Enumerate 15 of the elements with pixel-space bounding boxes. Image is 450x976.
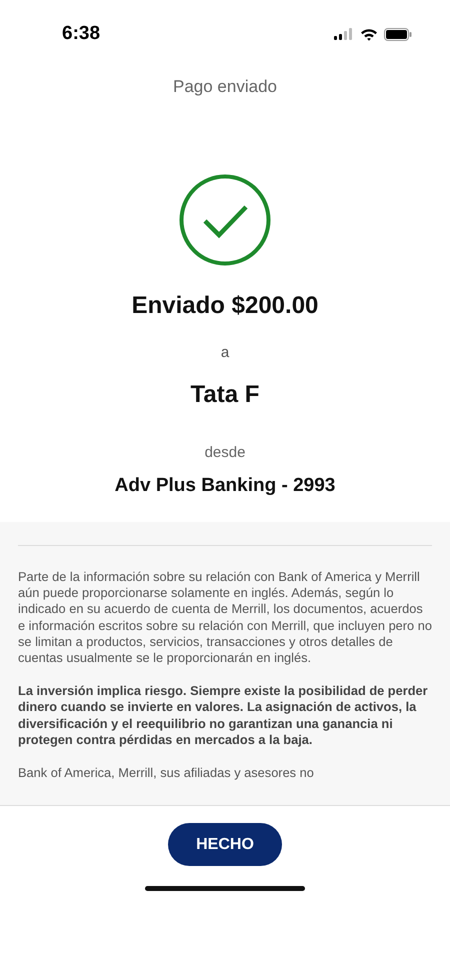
disclosure-text: Parte de la información sobre su relación con Bank of America y Merrill aún puede proporcionarse solamente en inglés. Además, según lo indicado en su acuerdo de cuenta de Merrill, los documentos, acuerdos e información escritos sobre su relación con Merrill, que incluyen pero no se limitan a productos, servicios, transacciones y otros detalles de cuentas usualmente se le proporcionarán en inglés. bbox=[18, 569, 432, 666]
status-time: 6:38 bbox=[62, 23, 100, 45]
disclosure-text: Bank of America, Merrill, sus afiliadas y asesores no bbox=[18, 765, 315, 782]
amount-text: Enviado $200.00 bbox=[132, 292, 318, 320]
wifi-icon bbox=[360, 28, 378, 40]
screen-title: Pago enviado bbox=[173, 77, 277, 97]
recipient-name: Tata F bbox=[190, 381, 260, 409]
account-name: Adv Plus Banking - 2993 bbox=[114, 475, 336, 497]
from-label: desde bbox=[204, 444, 246, 461]
done-button[interactable]: HECHO bbox=[168, 823, 282, 866]
check-circle-icon bbox=[179, 174, 271, 266]
signal-icon bbox=[334, 28, 354, 40]
to-label: a bbox=[220, 344, 230, 361]
disclosure-text: La inversión implica riesgo. Siempre existe la posibilidad de perder dinero cuando se invierte en valores. La asignación de activos, la diversificación y el reequilibrio no garantizan una ganancia ni protegen contra pérdidas en mercados a la baja. bbox=[18, 683, 429, 748]
battery-icon bbox=[384, 28, 412, 40]
